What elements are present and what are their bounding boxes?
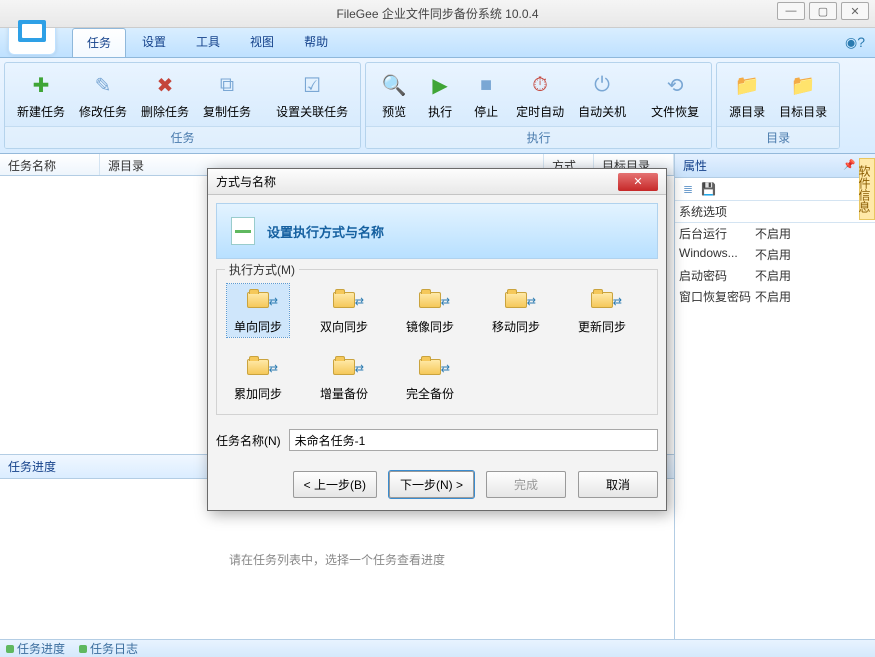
mode-twoway-sync[interactable]: ⇄ 双向同步 xyxy=(313,284,375,337)
cancel-button[interactable]: 取消 xyxy=(578,471,658,498)
mode-grid: ⇄ 单向同步 ⇄ 双向同步 ⇄ 镜像同步 ⇄ 移动同步 ⇄ 更新同步 ⇄ 累加同步 ⇄ 增量备份 ⇄ 完全备份 xyxy=(227,284,647,404)
prev-button[interactable]: < 上一步(B) xyxy=(293,471,377,498)
dialog-banner: 设置执行方式与名称 xyxy=(216,203,658,259)
dialog-section-label: 执行方式(M) xyxy=(225,261,299,278)
dialog-titlebar[interactable]: 方式与名称 ✕ xyxy=(208,169,666,195)
dialog-title-text: 方式与名称 xyxy=(216,173,276,190)
mode-label: 增量备份 xyxy=(320,385,368,402)
folder-sync-icon: ⇄ xyxy=(238,353,278,381)
finish-button[interactable]: 完成 xyxy=(486,471,566,498)
mode-label: 更新同步 xyxy=(578,318,626,335)
mode-label: 单向同步 xyxy=(234,318,282,335)
mode-move-sync[interactable]: ⇄ 移动同步 xyxy=(485,284,547,337)
mode-label: 累加同步 xyxy=(234,385,282,402)
folder-sync-icon: ⇄ xyxy=(324,286,364,314)
mode-oneway-sync[interactable]: ⇄ 单向同步 xyxy=(227,284,289,337)
folder-sync-icon: ⇄ xyxy=(410,286,450,314)
task-name-input[interactable] xyxy=(289,429,658,451)
mode-incr-backup[interactable]: ⇄ 增量备份 xyxy=(313,351,375,404)
folder-sync-icon: ⇄ xyxy=(324,353,364,381)
mode-mirror-sync[interactable]: ⇄ 镜像同步 xyxy=(399,284,461,337)
mode-full-backup[interactable]: ⇄ 完全备份 xyxy=(399,351,461,404)
dialog-mode-section: 执行方式(M) ⇄单向同步⇄双向同步⇄镜像同步⇄移动同步⇄更新同步⇄累加同步⇄增… xyxy=(216,269,658,415)
folder-sync-icon: ⇄ xyxy=(238,286,278,314)
folder-sync-icon: ⇄ xyxy=(582,286,622,314)
dialog-close-button[interactable]: ✕ xyxy=(618,173,658,191)
task-name-label: 任务名称(N) xyxy=(216,432,281,449)
dialog-body: 设置执行方式与名称 执行方式(M) ⇄ 单向同步 ⇄ 双向同步 ⇄ 镜像同步 ⇄ 移动同步 ⇄ 更… xyxy=(208,195,666,459)
dialog-mask: 方式与名称 ✕ 设置执行方式与名称 执行方式(M) ⇄ 单向同步 ⇄ 双向同步 ⇄ 镜像同… xyxy=(0,0,875,657)
next-button[interactable]: 下一步(N) > xyxy=(389,471,474,498)
mode-label: 移动同步 xyxy=(492,318,540,335)
folder-sync-icon: ⇄ xyxy=(496,286,536,314)
dialog-banner-icon xyxy=(231,217,255,245)
mode-update-sync[interactable]: ⇄ 更新同步 xyxy=(571,284,633,337)
folder-sync-icon: ⇄ xyxy=(410,353,450,381)
mode-label: 完全备份 xyxy=(406,385,454,402)
dialog-button-row: < 上一步(B) 下一步(N) > 完成 取消 xyxy=(208,459,666,510)
mode-accum-sync[interactable]: ⇄ 累加同步 xyxy=(227,351,289,404)
dialog-method-and-name: 方式与名称 ✕ 设置执行方式与名称 执行方式(M) ⇄ 单向同步 ⇄ 双向同步 ⇄ 镜像同… xyxy=(207,168,667,511)
mode-label: 双向同步 xyxy=(320,318,368,335)
dialog-banner-text: 设置执行方式与名称 xyxy=(267,222,384,241)
task-name-row: 任务名称(N) xyxy=(216,429,658,451)
mode-label: 镜像同步 xyxy=(406,318,454,335)
